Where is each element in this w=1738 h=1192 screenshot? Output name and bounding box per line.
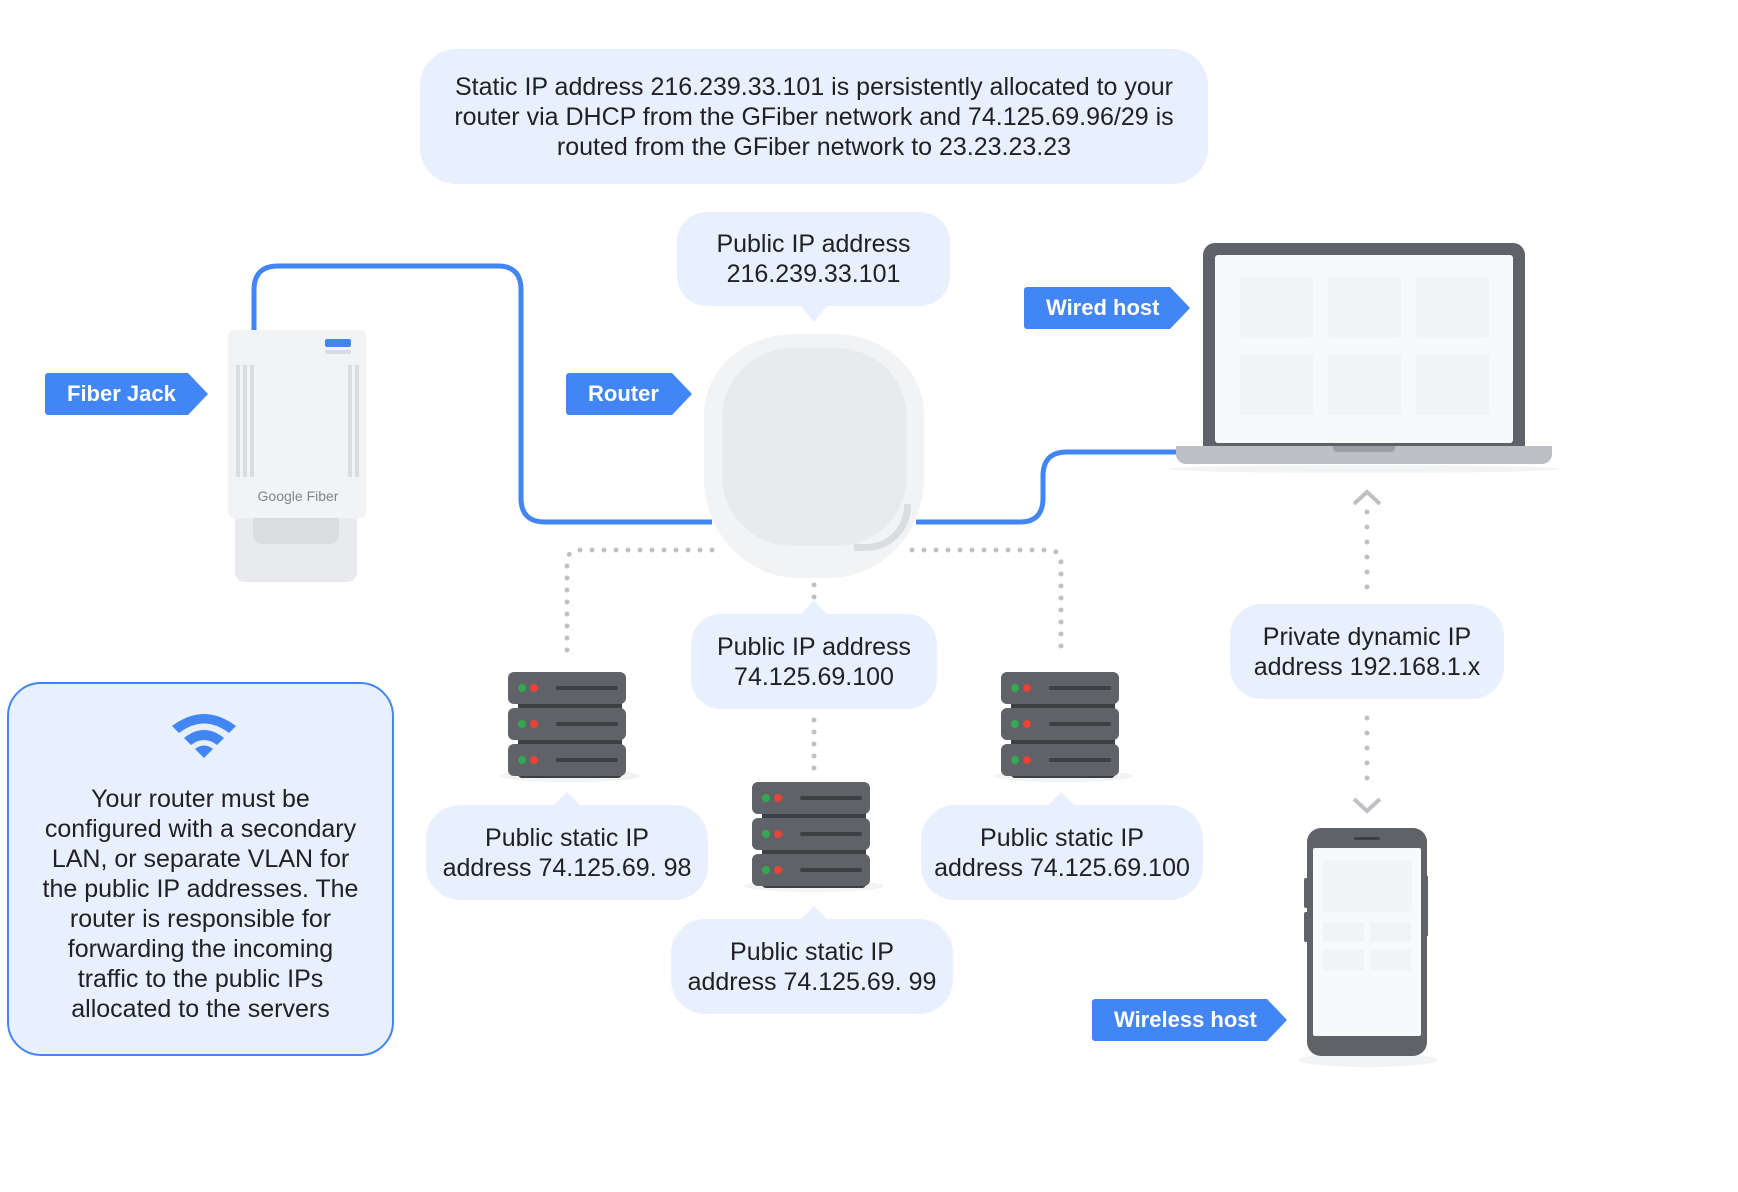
server-unit (1001, 672, 1119, 704)
status-led-green (762, 794, 770, 802)
status-led-red (1023, 756, 1031, 764)
router-label-text: Router (588, 381, 659, 406)
ethernet-cable-router-to-laptop (916, 449, 1180, 525)
fiber-jack-label-text: Fiber Jack (67, 381, 176, 406)
status-led-green (518, 756, 526, 764)
wired-host-label-text: Wired host (1046, 295, 1160, 320)
status-led-red (774, 794, 782, 802)
server-rack-icon (744, 782, 884, 894)
server-unit (508, 744, 626, 776)
fiber-jack-label: Fiber Jack (45, 373, 208, 415)
status-led-green (1011, 720, 1019, 728)
server-right-ip-bubble: Public static IP address 74.125.69.100 (921, 805, 1203, 900)
server-middle-ip-text: Public static IP address 74.125.69. 99 (687, 937, 937, 996)
status-led-red (774, 830, 782, 838)
wired-host-label: Wired host (1024, 287, 1190, 329)
server-unit (1001, 744, 1119, 776)
server-right-ip-text: Public static IP address 74.125.69.100 (934, 823, 1190, 882)
header-info-bubble: Static IP address 216.239.33.101 is pers… (420, 49, 1208, 184)
wireless-host-label-text: Wireless host (1114, 1007, 1257, 1032)
router-config-note-text: Your router must be configured with a se… (42, 785, 359, 1023)
wifi-icon (172, 714, 236, 758)
server-rack-icon (500, 672, 640, 784)
server-middle-ip-bubble: Public static IP address 74.125.69. 99 (671, 919, 953, 1014)
router-public-ip-text: Public IP address 216.239.33.101 (716, 230, 911, 288)
server-unit (1001, 708, 1119, 740)
chevron-down-icon (1352, 797, 1382, 814)
server-unit (508, 672, 626, 704)
wireless-host-label: Wireless host (1092, 999, 1287, 1041)
server-unit (752, 818, 870, 850)
status-led-green (1011, 756, 1019, 764)
fiber-jack-brand: Google Fiber (257, 488, 339, 504)
router-device-icon (704, 334, 924, 578)
server-unit (752, 782, 870, 814)
server-left-ip-bubble: Public static IP address 74.125.69. 98 (426, 805, 708, 900)
status-led-green (1011, 684, 1019, 692)
router-config-note: Your router must be configured with a se… (7, 682, 394, 1056)
status-led-red (530, 684, 538, 692)
server-unit (752, 854, 870, 886)
status-led-red (1023, 720, 1031, 728)
server-rack-icon (993, 672, 1133, 784)
status-led-red (1023, 684, 1031, 692)
router-label: Router (566, 373, 692, 415)
smartphone-icon (1298, 828, 1438, 1068)
status-led-green (762, 866, 770, 874)
status-led-red (774, 866, 782, 874)
server-unit (508, 708, 626, 740)
status-led-red (530, 720, 538, 728)
status-led-green (762, 830, 770, 838)
status-led-green (518, 720, 526, 728)
server-left-ip-text: Public static IP address 74.125.69. 98 (442, 823, 692, 882)
private-dynamic-ip-text: Private dynamic IP address 192.168.1.x (1253, 622, 1481, 681)
status-led-red (530, 756, 538, 764)
lan-public-ip-bubble: Public IP address 74.125.69.100 (691, 614, 937, 709)
lan-public-ip-text: Public IP address 74.125.69.100 (716, 632, 912, 691)
status-led-green (518, 684, 526, 692)
header-info-text: Static IP address 216.239.33.101 is pers… (454, 72, 1174, 161)
fiber-jack-device-icon: Google Fiber (228, 330, 368, 582)
chevron-up-icon (1352, 489, 1382, 506)
private-dynamic-ip-bubble: Private dynamic IP address 192.168.1.x (1230, 604, 1504, 699)
router-public-ip-bubble: Public IP address 216.239.33.101 (677, 212, 950, 306)
laptop-icon (1168, 243, 1560, 475)
